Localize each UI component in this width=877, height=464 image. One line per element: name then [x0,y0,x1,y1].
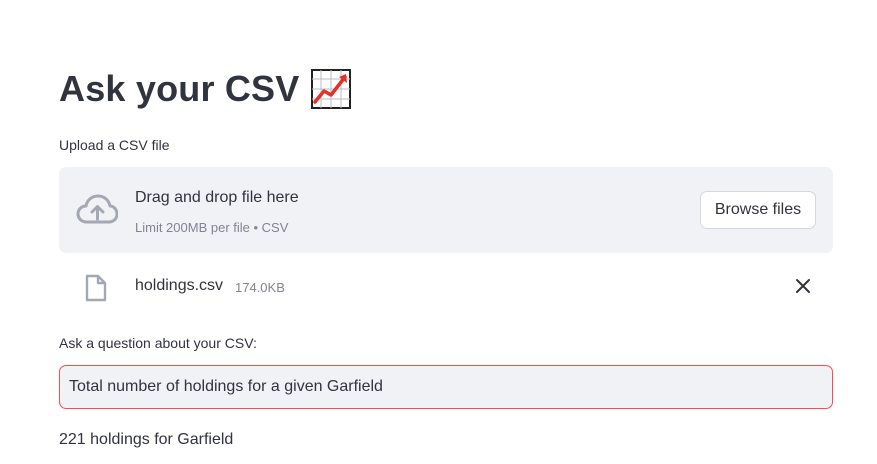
browse-files-button[interactable]: Browse files [700,191,816,229]
file-dropzone[interactable]: Drag and drop file here Limit 200MB per … [59,167,833,253]
dropzone-instructions: Drag and drop file here [135,189,299,206]
upload-label: Upload a CSV file [59,137,170,153]
question-input[interactable] [59,365,833,409]
chart-increasing-icon [311,69,352,109]
dropzone-limit-text: Limit 200MB per file • CSV [135,220,289,235]
page-header: Ask your CSV [59,68,352,110]
file-icon [84,274,108,302]
answer-text: 221 holdings for Garfield [59,431,234,448]
app-root: Ask your CSV Upload a CSV file Drag and … [0,0,877,464]
uploaded-file-size: 174.0KB [235,280,285,295]
uploaded-file-name: holdings.csv [135,277,224,294]
uploaded-file-row: holdings.csv 174.0KB [59,268,833,306]
cloud-upload-icon [76,193,119,227]
question-label: Ask a question about your CSV: [59,335,257,351]
page-title: Ask your CSV [59,68,300,109]
close-icon[interactable] [793,276,813,296]
